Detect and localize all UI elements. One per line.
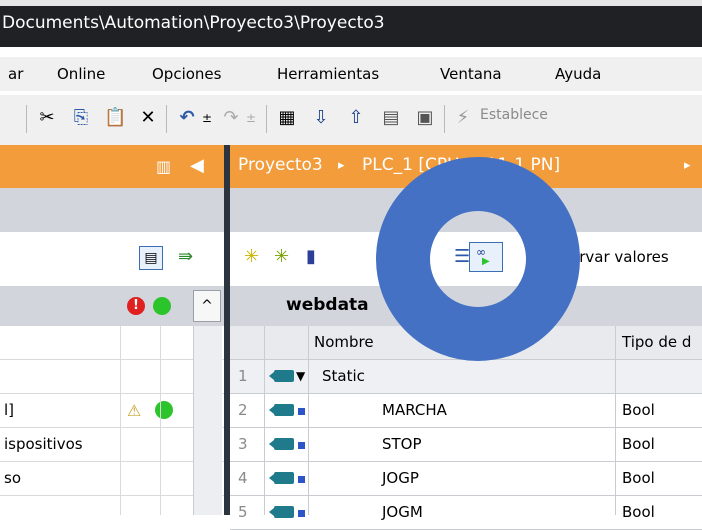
column-divider <box>308 326 309 515</box>
breadcrumb-separator: ▸ <box>338 158 345 173</box>
expand-toggle[interactable]: ▼ <box>296 360 305 393</box>
bullet-icon <box>298 496 305 529</box>
left-panel-header: ▥ ◀ <box>0 145 224 188</box>
table-row[interactable]: 3 STOP Bool <box>230 428 702 462</box>
bullet-icon <box>298 428 305 461</box>
undo-list-icon[interactable]: ± <box>196 107 218 129</box>
list-item[interactable] <box>0 326 224 360</box>
column-divider <box>615 326 616 515</box>
table-row[interactable]: 1 ▼ Static <box>230 360 702 394</box>
left-panel-toolbar: ▤ ⇛ <box>0 232 224 286</box>
interface-icon <box>269 462 294 495</box>
variable-type[interactable]: Bool <box>622 428 655 461</box>
column-header-type[interactable]: Tipo de d <box>622 326 691 359</box>
compile-icon[interactable]: ▦ <box>276 107 298 129</box>
left-panel-column-header: ! ^ <box>0 286 224 326</box>
simulation-icon[interactable]: ▤ <box>380 107 402 129</box>
bullet-icon <box>298 462 305 495</box>
scroll-up-button[interactable]: ^ <box>193 290 221 322</box>
download-icon[interactable]: ⇩ <box>310 107 332 129</box>
error-status-icon: ! <box>127 297 145 315</box>
menu-bar: ar Online Opciones Herramientas Ventana … <box>0 57 702 91</box>
left-scrollbar[interactable] <box>193 326 222 515</box>
interface-icon <box>269 496 294 529</box>
column-header-name[interactable]: Nombre <box>314 326 374 359</box>
toolbar-separator <box>26 105 27 133</box>
interface-icon <box>269 428 294 461</box>
table-row[interactable]: 4 JOGP Bool <box>230 462 702 496</box>
left-panel-subheader <box>0 188 224 232</box>
block-title: webdata <box>286 295 369 315</box>
insert-row-icon[interactable]: ✳ <box>244 246 259 267</box>
variable-name[interactable]: MARCHA <box>382 394 447 427</box>
undo-icon[interactable]: ↶ <box>176 107 198 129</box>
upload-icon[interactable]: ⇧ <box>345 107 367 129</box>
variable-type[interactable]: Bool <box>622 462 655 495</box>
variable-type[interactable]: Bool <box>622 394 655 427</box>
variable-name[interactable]: JOGP <box>382 462 419 495</box>
list-item[interactable]: ispositivos <box>0 428 224 462</box>
main-toolbar: ✂ ⎘ 📋 ✕ ↶ ± ↷ ± ▦ ⇩ ⇧ ▤ ▣ ⚡ Establece <box>0 95 702 145</box>
add-device-icon[interactable]: ⇛ <box>178 246 193 267</box>
online-status-icon <box>155 401 173 419</box>
add-row-icon[interactable]: ✳ <box>274 246 289 267</box>
toolbar-separator <box>266 105 267 133</box>
menu-item-opciones[interactable]: Opciones <box>152 65 221 83</box>
menu-item-ayuda[interactable]: Ayuda <box>555 65 601 83</box>
window-title: Documents\Automation\Proyecto3\Proyecto3 <box>2 13 385 33</box>
project-tree: l] ⚠ ispositivos so <box>0 326 224 515</box>
device-rt-icon[interactable]: ▣ <box>414 107 436 129</box>
cut-icon[interactable]: ✂ <box>36 107 58 129</box>
variable-name[interactable]: JOGM <box>382 496 423 529</box>
interface-icon <box>269 394 294 427</box>
panel-layout-icon[interactable]: ▥ <box>156 157 171 176</box>
interface-icon <box>269 360 294 393</box>
ok-status-icon <box>153 297 171 315</box>
delete-icon[interactable]: ✕ <box>137 107 159 129</box>
list-item[interactable] <box>0 360 224 394</box>
menu-item-edit[interactable]: ar <box>8 65 23 83</box>
redo-list-icon[interactable]: ± <box>240 107 262 129</box>
toolbar-separator <box>166 105 167 133</box>
variable-name[interactable]: STOP <box>382 428 422 461</box>
establish-connection-button[interactable]: Establece <box>480 107 548 123</box>
list-item[interactable]: l] ⚠ <box>0 394 224 428</box>
breadcrumb-separator: ▸ <box>684 158 691 173</box>
bullet-icon <box>298 394 305 427</box>
breadcrumb-project[interactable]: Proyecto3 <box>238 155 323 175</box>
variable-type[interactable]: Bool <box>622 496 655 529</box>
collapse-left-icon[interactable]: ◀ <box>190 155 204 176</box>
copy-icon[interactable]: ⎘ <box>70 107 92 129</box>
column-divider <box>160 326 161 515</box>
menu-item-ventana[interactable]: Ventana <box>440 65 502 83</box>
redo-icon[interactable]: ↷ <box>220 107 242 129</box>
menu-item-online[interactable]: Online <box>57 65 105 83</box>
variable-name[interactable]: Static <box>322 360 365 393</box>
paste-icon[interactable]: 📋 <box>104 107 126 129</box>
list-item[interactable]: so <box>0 462 224 496</box>
observe-values-label[interactable]: ervar valores <box>570 248 669 266</box>
menu-item-herramientas[interactable]: Herramientas <box>277 65 379 83</box>
table-row[interactable]: 5 JOGM Bool <box>230 496 702 530</box>
column-divider <box>264 326 265 515</box>
diagnostic-warning-icon: ⚠ <box>127 401 142 420</box>
column-divider <box>120 326 121 515</box>
highlight-ring <box>376 157 580 361</box>
toolbar-separator <box>444 105 445 133</box>
table-row[interactable]: 2 MARCHA Bool <box>230 394 702 428</box>
details-view-icon[interactable]: ▤ <box>139 246 163 270</box>
reset-start-values-icon[interactable]: ▮ <box>306 246 316 267</box>
connect-icon[interactable]: ⚡ <box>452 107 474 129</box>
